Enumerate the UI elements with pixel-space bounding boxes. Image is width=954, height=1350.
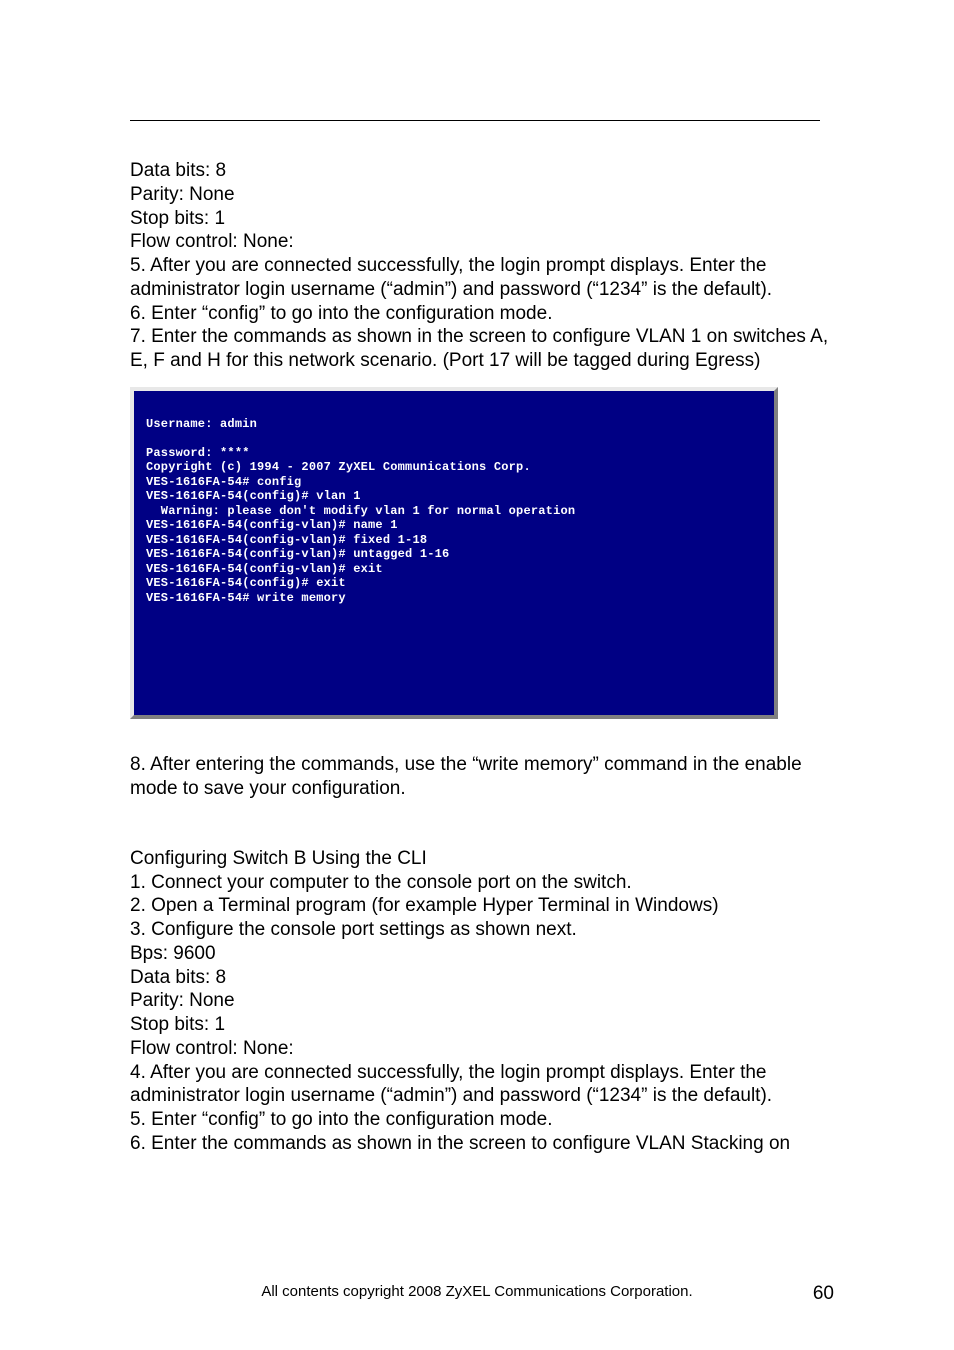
page: Data bits: 8 Parity: None Stop bits: 1 F… — [0, 0, 954, 1350]
terminal-container: Username: admin Password: **** Copyright… — [130, 387, 844, 720]
body-text-bottom: 1. Connect your computer to the console … — [130, 871, 844, 1156]
terminal-output: Username: admin Password: **** Copyright… — [146, 417, 762, 606]
footer: All contents copyright 2008 ZyXEL Commun… — [0, 1283, 954, 1300]
page-number: 60 — [813, 1283, 834, 1305]
section-heading: Configuring Switch B Using the CLI — [130, 847, 844, 871]
terminal-window: Username: admin Password: **** Copyright… — [130, 387, 778, 720]
body-text-top: Data bits: 8 Parity: None Stop bits: 1 F… — [130, 159, 844, 373]
body-text-mid: 8. After entering the commands, use the … — [130, 753, 844, 801]
horizontal-rule — [130, 120, 820, 121]
spacer — [130, 801, 844, 847]
footer-text: All contents copyright 2008 ZyXEL Commun… — [261, 1283, 692, 1300]
